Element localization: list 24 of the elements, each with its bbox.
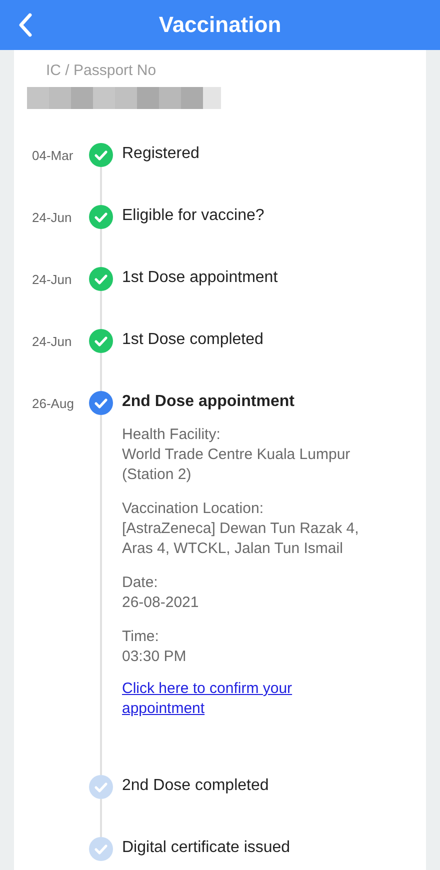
detail-value: World Trade Centre Kuala Lumpur (Station 2) (122, 445, 352, 485)
detail-label: Time: (122, 627, 160, 647)
detail-label: Health Facility: (122, 425, 222, 445)
confirm-appointment-link[interactable]: Click here to confirm your appointment (122, 679, 352, 719)
step-title: Digital certificate issued (122, 838, 290, 858)
step-date: 26-Aug (32, 396, 74, 411)
step-title: 2nd Dose appointment (122, 392, 294, 412)
detail-value: 03:30 PM (122, 647, 186, 667)
detail-label: Vaccination Location: (122, 499, 264, 519)
step-title: Eligible for vaccine? (122, 206, 264, 226)
field-label: IC / Passport No (46, 62, 158, 79)
step-title: Registered (122, 144, 200, 164)
step-date: 04-Mar (32, 148, 74, 163)
detail-value: 26-08-2021 (122, 593, 199, 613)
step-title: 1st Dose appointment (122, 268, 278, 288)
step-date: 24-Jun (32, 334, 72, 349)
step-date: 24-Jun (32, 210, 72, 225)
step-title: 2nd Dose completed (122, 776, 269, 796)
screen-title: Vaccination (158, 12, 282, 38)
back-chevron-icon (18, 13, 32, 37)
detail-value: [AstraZeneca] Dewan Tun Razak 4, Aras 4, WTCKL, Jalan Tun Ismail (122, 519, 360, 559)
step-date: 24-Jun (32, 272, 72, 287)
detail-label: Date: (122, 573, 159, 593)
step-title: 1st Dose completed (122, 330, 264, 350)
